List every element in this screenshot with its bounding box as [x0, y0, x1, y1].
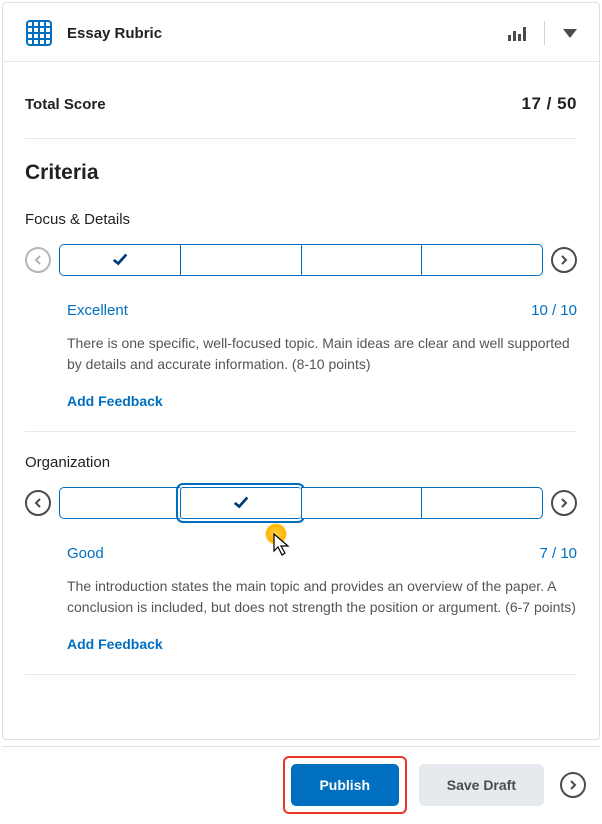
criteria-heading: Criteria [25, 161, 577, 185]
level-score: 10 / 10 [531, 302, 577, 319]
criterion-detail: Excellent 10 / 10 There is one specific,… [25, 302, 577, 431]
panel-body: Total Score 17 / 50 Criteria Focus & Det… [3, 62, 599, 675]
level-segment-1[interactable] [59, 244, 180, 276]
criterion-organization: Organization [25, 454, 577, 674]
level-segments [59, 244, 543, 276]
level-segment-4[interactable] [421, 244, 543, 276]
level-segment-3[interactable] [301, 487, 422, 519]
rubric-panel: Essay Rubric Total Score 17 / 50 Criteri… [2, 2, 600, 740]
prev-level-button[interactable] [25, 247, 51, 273]
level-selector-row [25, 244, 577, 276]
publish-button[interactable]: Publish [291, 764, 399, 806]
header-actions [508, 21, 577, 45]
divider [25, 674, 577, 675]
save-draft-button[interactable]: Save Draft [419, 764, 544, 806]
criterion-detail: Good 7 / 10 The introduction states the … [25, 545, 577, 674]
level-row: Good 7 / 10 [67, 545, 577, 562]
level-row: Excellent 10 / 10 [67, 302, 577, 319]
level-segment-3[interactable] [301, 244, 422, 276]
criterion-focus-details: Focus & Details [25, 211, 577, 431]
level-description: There is one specific, well-focused topi… [67, 333, 577, 375]
footer-bar: Publish Save Draft [2, 746, 600, 822]
total-score-label: Total Score [25, 96, 106, 113]
level-segment-2[interactable] [180, 244, 301, 276]
level-segment-1[interactable] [59, 487, 180, 519]
next-level-button[interactable] [551, 247, 577, 273]
level-label: Good [67, 545, 104, 562]
add-feedback-button[interactable]: Add Feedback [67, 393, 163, 409]
level-description: The introduction states the main topic a… [67, 576, 577, 618]
collapse-icon[interactable] [563, 29, 577, 38]
check-icon [111, 250, 129, 271]
criterion-title: Organization [25, 454, 577, 471]
total-score-value: 17 / 50 [522, 94, 578, 114]
level-segment-2[interactable] [180, 487, 301, 519]
level-selector-row [25, 487, 577, 519]
prev-level-button[interactable] [25, 490, 51, 516]
panel-title: Essay Rubric [67, 25, 508, 42]
add-feedback-button[interactable]: Add Feedback [67, 636, 163, 652]
rubric-grid-icon [25, 19, 53, 47]
level-segment-4[interactable] [421, 487, 543, 519]
check-icon [232, 493, 250, 514]
level-label: Excellent [67, 302, 128, 319]
divider [544, 21, 545, 45]
level-score: 7 / 10 [539, 545, 577, 562]
criterion-title: Focus & Details [25, 211, 577, 228]
next-level-button[interactable] [551, 490, 577, 516]
total-score-row: Total Score 17 / 50 [25, 62, 577, 139]
stats-icon[interactable] [508, 25, 526, 41]
divider [25, 431, 577, 432]
level-segments [59, 487, 543, 519]
panel-header: Essay Rubric [3, 3, 599, 62]
next-student-button[interactable] [560, 772, 586, 798]
publish-highlight: Publish [283, 756, 407, 814]
